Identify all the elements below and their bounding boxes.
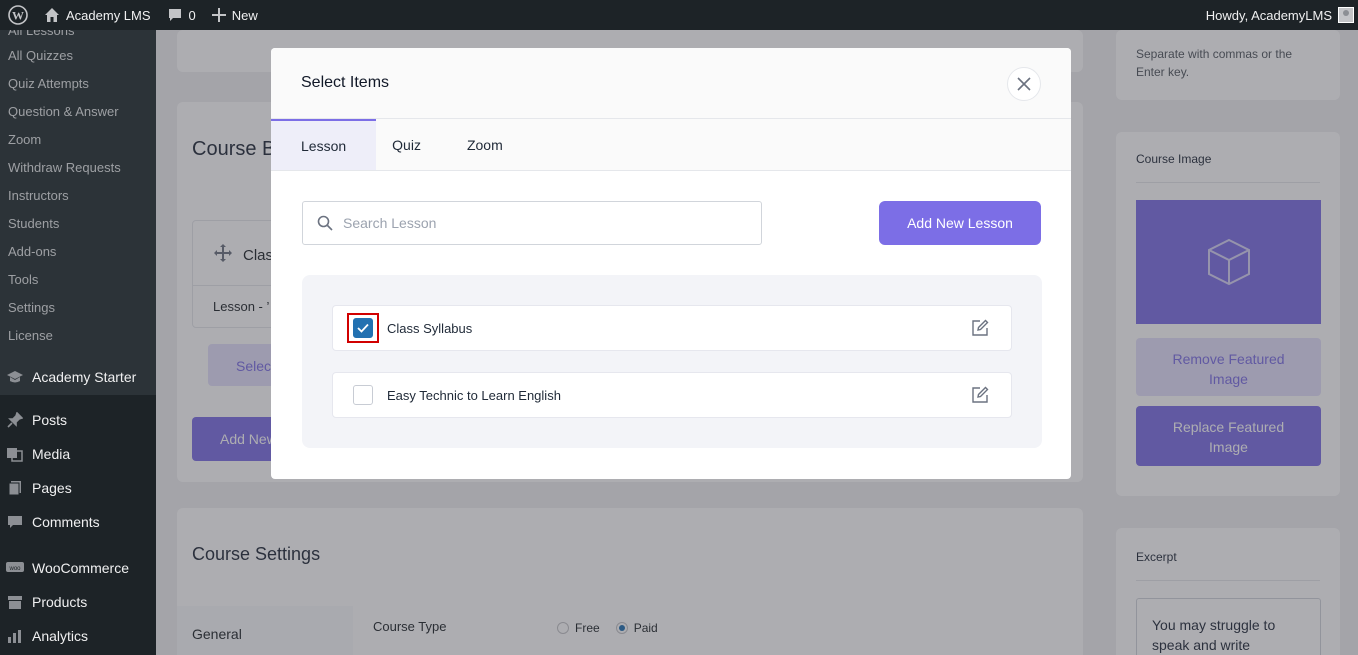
- close-icon: [1017, 77, 1031, 91]
- checkbox-wrapper: [347, 380, 379, 410]
- list-item[interactable]: Easy Technic to Learn English: [332, 372, 1012, 418]
- sidebar-item-analytics[interactable]: Analytics: [0, 619, 156, 653]
- my-account-link[interactable]: Howdy, AcademyLMS: [1206, 0, 1358, 30]
- sidebar-item-tools[interactable]: Tools: [0, 266, 156, 294]
- comment-icon: [168, 9, 181, 21]
- media-icon: [6, 445, 24, 463]
- pages-icon: [6, 479, 24, 497]
- add-new-lesson-button[interactable]: Add New Lesson: [879, 201, 1041, 245]
- sidebar-item-license[interactable]: License: [0, 322, 156, 350]
- sidebar-item-label: Posts: [32, 412, 68, 428]
- greeting-text: Howdy, AcademyLMS: [1205, 7, 1332, 23]
- sidebar-item-withdraw-requests[interactable]: Withdraw Requests: [0, 154, 156, 182]
- item-checkbox[interactable]: [353, 318, 373, 338]
- item-label: Easy Technic to Learn English: [387, 387, 561, 403]
- tab-lesson[interactable]: Lesson: [271, 119, 377, 170]
- item-label: Class Syllabus: [387, 320, 473, 336]
- sidebar-item-label: Pages: [32, 480, 72, 496]
- new-label: New: [231, 7, 258, 23]
- modal-title: Select Items: [301, 74, 390, 91]
- edit-icon[interactable]: [971, 386, 989, 404]
- sidebar-item-label: WooCommerce: [32, 560, 129, 576]
- avatar: [1338, 7, 1354, 23]
- wordpress-logo-button[interactable]: W: [0, 0, 36, 30]
- search-input[interactable]: [343, 215, 723, 231]
- comments-count: 0: [188, 7, 196, 23]
- sidebar-item-add-ons[interactable]: Add-ons: [0, 238, 156, 266]
- chart-icon: [6, 627, 24, 645]
- woo-icon: woo: [6, 559, 24, 577]
- sidebar-item-label: Products: [32, 594, 88, 610]
- close-button[interactable]: [1007, 67, 1041, 101]
- admin-bar: W Academy LMS 0 New Howdy, AcademyLMS: [0, 0, 1358, 30]
- sidebar-item-instructors[interactable]: Instructors: [0, 182, 156, 210]
- site-name: Academy LMS: [66, 7, 151, 23]
- sidebar-item-question-answer[interactable]: Question & Answer: [0, 98, 156, 126]
- comments-link[interactable]: 0: [159, 0, 204, 30]
- sidebar-item-quiz-attempts[interactable]: Quiz Attempts: [0, 70, 156, 98]
- check-icon: [357, 323, 369, 333]
- new-content-link[interactable]: New: [204, 0, 266, 30]
- sidebar-item-settings[interactable]: Settings: [0, 294, 156, 322]
- modal-header: Select Items: [271, 48, 1071, 119]
- sidebar-item-posts[interactable]: Posts: [0, 403, 156, 437]
- box-icon: [6, 593, 24, 611]
- plus-icon: [211, 8, 226, 22]
- search-box: [302, 201, 762, 245]
- list-item[interactable]: Class Syllabus: [332, 305, 1012, 351]
- tab-quiz[interactable]: Quiz: [376, 119, 437, 170]
- sidebar-item-zoom[interactable]: Zoom: [0, 126, 156, 154]
- checkbox-highlight: [347, 313, 379, 343]
- sidebar-item-all-quizzes[interactable]: All Quizzes: [0, 42, 156, 70]
- select-items-modal: Select Items Lesson Quiz Zoom Add New Le…: [271, 48, 1071, 479]
- sidebar-item-all-lessons[interactable]: All Lessons: [0, 30, 156, 42]
- search-icon: [317, 215, 333, 231]
- wordpress-icon: W: [8, 5, 28, 25]
- item-checkbox[interactable]: [353, 385, 373, 405]
- academy-submenu: All Lessons All Quizzes Quiz Attempts Qu…: [0, 30, 156, 359]
- svg-text:W: W: [12, 9, 24, 23]
- lesson-list: Class Syllabus Easy Technic to Learn Eng…: [302, 275, 1042, 448]
- sidebar-item-label: Analytics: [32, 628, 89, 644]
- edit-icon[interactable]: [971, 319, 989, 337]
- comment-icon: [6, 513, 24, 531]
- sidebar-item-label: Media: [32, 446, 71, 462]
- home-icon: [45, 8, 59, 22]
- graduation-cap-icon: [6, 368, 24, 386]
- sidebar-item-pages[interactable]: Pages: [0, 471, 156, 505]
- admin-sidebar: All Lessons All Quizzes Quiz Attempts Qu…: [0, 30, 156, 655]
- sidebar-item-academy-starter[interactable]: Academy Starter: [0, 359, 156, 395]
- site-name-link[interactable]: Academy LMS: [36, 0, 159, 30]
- sidebar-item-label: Comments: [32, 514, 100, 530]
- svg-text:woo: woo: [8, 566, 21, 572]
- tab-zoom[interactable]: Zoom: [437, 119, 519, 170]
- sidebar-item-comments[interactable]: Comments: [0, 505, 156, 539]
- sidebar-item-woocommerce[interactable]: woo WooCommerce: [0, 551, 156, 585]
- pin-icon: [6, 411, 24, 429]
- sidebar-item-media[interactable]: Media: [0, 437, 156, 471]
- modal-tabs: Lesson Quiz Zoom: [271, 119, 1071, 171]
- sidebar-item-products[interactable]: Products: [0, 585, 156, 619]
- sidebar-item-students[interactable]: Students: [0, 210, 156, 238]
- sidebar-item-label: Academy Starter: [32, 369, 137, 385]
